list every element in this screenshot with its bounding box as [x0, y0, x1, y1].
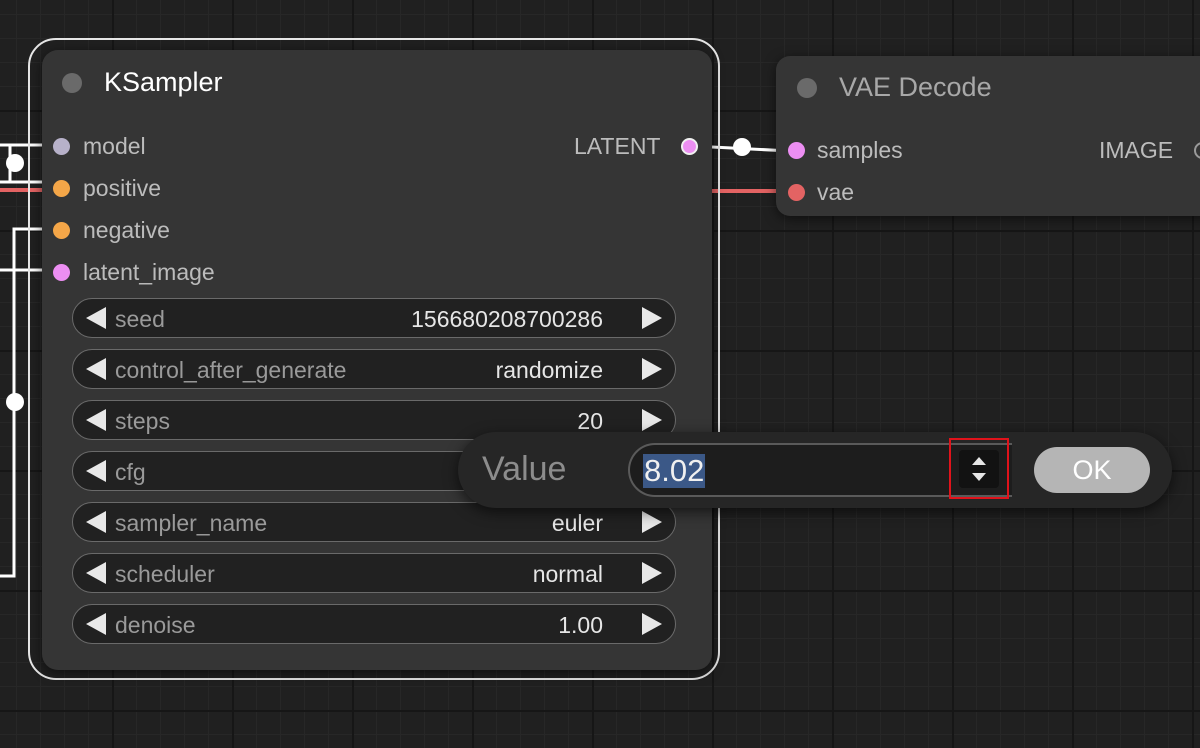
arrow-left-icon[interactable] [86, 409, 106, 431]
reroute-dot [6, 393, 24, 411]
widget-denoise[interactable]: denoise 1.00 [72, 604, 676, 644]
spinner-down-icon[interactable] [972, 473, 986, 481]
widget-scheduler[interactable]: scheduler normal [72, 553, 676, 593]
widget-value: 156680208700286 [411, 306, 603, 332]
widget-value: 1.00 [558, 612, 603, 638]
reroute-dot [6, 154, 24, 172]
arrow-right-icon[interactable] [642, 307, 662, 329]
ksampler-node[interactable]: KSampler model positive negative latent_… [42, 50, 712, 670]
collapse-dot[interactable] [797, 78, 817, 98]
input-slot-vae[interactable] [788, 184, 805, 201]
input-slot-latent-image[interactable] [53, 264, 70, 281]
node-title: VAE Decode [839, 72, 992, 102]
arrow-right-icon[interactable] [642, 613, 662, 635]
arrow-left-icon[interactable] [86, 358, 106, 380]
reroute-dot [733, 138, 751, 156]
spinner-up-icon[interactable] [972, 457, 986, 465]
widget-name: sampler_name [115, 510, 268, 536]
output-label: IMAGE [1099, 137, 1174, 163]
arrow-right-icon[interactable] [642, 409, 662, 431]
widget-name: seed [115, 306, 165, 332]
arrow-left-icon[interactable] [86, 460, 106, 482]
input-label: model [83, 133, 146, 159]
input-label: latent_image [83, 259, 215, 285]
input-slot-positive[interactable] [53, 180, 70, 197]
widget-value: normal [532, 561, 603, 587]
node-title: KSampler [104, 67, 223, 97]
widget-seed[interactable]: seed 156680208700286 [72, 298, 676, 338]
widget-name: denoise [115, 612, 196, 638]
value-prompt-dialog: Value 8.02 OK [458, 432, 1172, 508]
arrow-right-icon[interactable] [642, 562, 662, 584]
input-slot-samples[interactable] [788, 142, 805, 159]
arrow-left-icon[interactable] [86, 613, 106, 635]
widget-value: randomize [495, 357, 603, 383]
output-label: LATENT [574, 133, 661, 159]
value-input-text[interactable]: 8.02 [643, 454, 706, 488]
input-slot-model[interactable] [53, 138, 70, 155]
arrow-right-icon[interactable] [642, 358, 662, 380]
vae-decode-node[interactable]: VAE Decode samples vae IMAGE [776, 56, 1200, 216]
widget-sampler-name[interactable]: sampler_name euler [72, 502, 676, 542]
output-slot-image[interactable] [1194, 142, 1200, 159]
widget-value: euler [551, 510, 603, 536]
widget-name: scheduler [115, 561, 215, 587]
input-label: samples [817, 137, 903, 163]
widget-control-after-generate[interactable]: control_after_generate randomize [72, 349, 676, 389]
widget-name: steps [115, 408, 170, 434]
number-spinner[interactable] [959, 450, 999, 488]
widget-name: control_after_generate [115, 357, 347, 383]
arrow-left-icon[interactable] [86, 562, 106, 584]
prompt-label: Value [482, 450, 567, 488]
ok-button[interactable]: OK [1034, 447, 1150, 493]
arrow-right-icon[interactable] [642, 511, 662, 533]
output-slot-latent[interactable] [681, 138, 698, 155]
widget-name: cfg [115, 459, 146, 485]
spinner-highlight-box [949, 438, 1009, 499]
input-label: vae [817, 179, 855, 205]
input-label: positive [83, 175, 161, 201]
widget-value: 20 [577, 408, 603, 434]
arrow-left-icon[interactable] [86, 511, 106, 533]
input-label: negative [83, 217, 170, 243]
arrow-left-icon[interactable] [86, 307, 106, 329]
collapse-dot[interactable] [62, 73, 82, 93]
input-slot-negative[interactable] [53, 222, 70, 239]
